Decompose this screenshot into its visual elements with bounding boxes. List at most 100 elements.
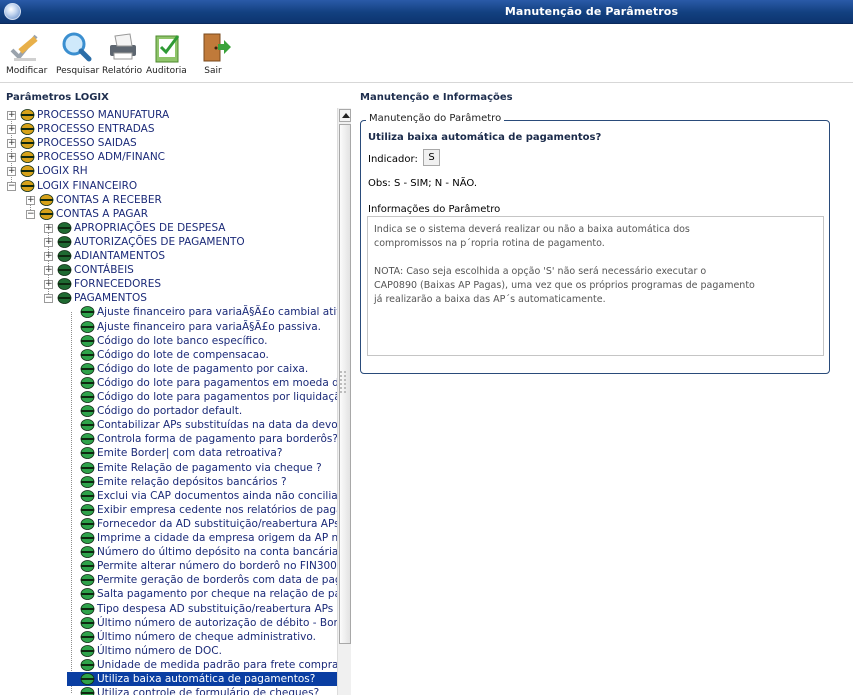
tree-node-level1[interactable]: + CONTAS A RECEBER (5, 193, 337, 207)
collapse-icon[interactable]: − (44, 294, 53, 304)
tree-leaf-item[interactable]: Emite Relação de pagamento via cheque ? (5, 461, 337, 475)
tree-leaf-item[interactable]: Ajuste financeiro para variaÃ§Ã£o cambia… (5, 305, 337, 319)
tree-node-level2[interactable]: + AUTORIZAÇÕES DE PAGAMENTO (5, 235, 337, 249)
tree-node-level2[interactable]: + APROPRIAÇÕES DE DESPESA (5, 221, 337, 235)
tree-leaf-item[interactable]: Permite geração de borderôs com data de … (5, 573, 337, 587)
expand-icon[interactable]: + (7, 125, 16, 135)
tree-node-level0[interactable]: + PROCESSO MANUFATURA (5, 108, 337, 122)
info-textarea[interactable]: Indica se o sistema deverá realizar ou n… (367, 216, 824, 356)
info-text-paragraph-2: NOTA: Caso seja escolhida a opção 'S' nã… (374, 266, 755, 305)
tree-node-level1[interactable]: − CONTAS A PAGAR (5, 207, 337, 221)
tree-leaf-item[interactable]: Número do último depósito na conta bancá… (5, 545, 337, 559)
node-icon (80, 574, 95, 587)
tree-leaf-item[interactable]: Código do lote para pagamentos em moeda … (5, 376, 337, 390)
tree-leaf-item[interactable]: Contabilizar APs substituídas na data da… (5, 418, 337, 432)
scroll-up-arrow-icon[interactable] (339, 109, 351, 122)
report-button[interactable]: Relatório (102, 30, 142, 76)
tree-leaf-item[interactable]: Código do lote banco específico. (5, 334, 337, 348)
node-icon (80, 306, 95, 319)
tree-node-label: FORNECEDORES (74, 278, 161, 291)
tree-leaf-item[interactable]: Utiliza baixa automática de pagamentos? (5, 672, 337, 686)
tree-leaf-item[interactable]: Emite Border| com data retroativa? (5, 446, 337, 460)
tree-leaf-item[interactable]: Exclui via CAP documentos ainda não conc… (5, 489, 337, 503)
node-icon (80, 588, 95, 601)
tree-node-level0[interactable]: + LOGIX RH (5, 164, 337, 178)
tree-leaf-item[interactable]: Código do lote de pagamento por caixa. (5, 362, 337, 376)
parameter-tree[interactable]: + PROCESSO MANUFATURA + PROCESSO ENTRADAS + P… (5, 108, 337, 695)
left-panel-title: Parâmetros LOGIX (6, 92, 109, 103)
expand-icon[interactable]: + (44, 252, 53, 261)
tree-node-label: Exibir empresa cedente nos relatórios de… (97, 503, 337, 516)
tree-node-label: PROCESSO SAIDAS (37, 137, 137, 150)
indicator-label: Indicador: (368, 154, 418, 165)
expand-icon[interactable]: + (7, 139, 16, 149)
expand-icon[interactable]: + (7, 167, 16, 177)
tree-leaf-item[interactable]: Tipo despesa AD substituição/reabertura … (5, 602, 337, 616)
expand-icon[interactable]: + (7, 111, 16, 120)
tree-node-label: PROCESSO ADM/FINANC (37, 151, 166, 164)
tree-leaf-item[interactable]: Imprime a cidade da empresa origem da AP… (5, 531, 337, 545)
expand-icon[interactable]: + (26, 195, 35, 205)
tree-node-level0[interactable]: + PROCESSO SAIDAS (5, 136, 337, 150)
tree-leaf-item[interactable]: Salta pagamento por cheque na relação de… (5, 587, 337, 601)
tree-node-label: Código do lote para pagamentos por liqui… (97, 391, 337, 403)
node-icon (80, 376, 95, 389)
tree-leaf-item[interactable]: Código do portador default. (5, 404, 337, 418)
node-icon (80, 433, 95, 446)
expand-icon[interactable]: + (44, 223, 53, 233)
tree-leaf-item[interactable]: Utiliza controle de formulário de cheque… (5, 686, 337, 695)
splitter-grip-icon (339, 370, 347, 396)
exit-button[interactable]: Sair (196, 30, 231, 76)
tree-node-level2[interactable]: + ADIANTAMENTOS (5, 249, 337, 263)
tree-node-label: APROPRIAÇÕES DE DESPESA (74, 221, 226, 234)
tree-leaf-item[interactable]: Código do lote para pagamentos por liqui… (5, 390, 337, 404)
node-icon (57, 250, 72, 262)
expand-icon[interactable]: + (44, 266, 53, 276)
indicator-obs: Obs: S - SIM; N - NÃO. (368, 178, 477, 189)
tree-leaf-item[interactable]: Ajuste financeiro para variaÃ§Ã£o passiv… (5, 320, 337, 334)
node-icon (57, 278, 72, 291)
tree-leaf-item[interactable]: Fornecedor da AD substituição/reabertura… (5, 517, 337, 531)
indicator-field[interactable]: S (423, 149, 440, 166)
node-icon (80, 334, 95, 347)
tree-leaf-item[interactable]: Controla forma de pagamento para borderô… (5, 432, 337, 446)
tree-leaf-item[interactable]: Último número de cheque administrativo. (5, 630, 337, 644)
tree-leaf-item[interactable]: Último número de DOC. (5, 644, 337, 658)
tree-leaf-item[interactable]: Emite relação depósitos bancários ? (5, 475, 337, 489)
node-icon (80, 405, 95, 417)
tree-node-label: Emite Relação de pagamento via cheque ? (97, 461, 322, 474)
tree-leaf-item[interactable]: Código do lote de compensacao. (5, 348, 337, 362)
panel-splitter[interactable] (352, 108, 356, 695)
tree-node-label: PROCESSO ENTRADAS (37, 123, 155, 136)
tree-node-level2[interactable]: + CONTÁBEIS (5, 263, 337, 277)
expand-icon[interactable]: + (44, 280, 53, 290)
toolbar: Modificar Pesquisar Relatório Auditoria … (0, 25, 853, 83)
tree-node-label: Código do lote banco específico. (97, 334, 268, 347)
expand-icon[interactable]: + (7, 153, 16, 163)
search-button[interactable]: Pesquisar (56, 30, 99, 76)
audit-button[interactable]: Auditoria (146, 30, 187, 76)
tree-node-level2[interactable]: − PAGAMENTOS (5, 291, 337, 305)
info-label: Informações do Parâmetro (368, 204, 501, 215)
tree-vertical-scrollbar[interactable] (337, 108, 351, 695)
modify-button[interactable]: Modificar (6, 30, 47, 76)
node-icon (80, 517, 95, 530)
tree-leaf-item[interactable]: Permite alterar número do borderô no FIN… (5, 559, 337, 573)
tree-node-level0[interactable]: + PROCESSO ENTRADAS (5, 122, 337, 136)
tree-leaf-item[interactable]: Unidade de medida padrão para frete comp… (5, 658, 337, 672)
tree-node-level0[interactable]: − LOGIX FINANCEIRO (5, 179, 337, 193)
tree-node-label: AUTORIZAÇÕES DE PAGAMENTO (74, 235, 245, 248)
tree-leaf-item[interactable]: Exibir empresa cedente nos relatórios de… (5, 503, 337, 517)
tree-node-level2[interactable]: + FORNECEDORES (5, 277, 337, 291)
tree-node-label: Ajuste financeiro para variaÃ§Ã£o passiv… (97, 320, 322, 333)
node-icon (57, 264, 72, 276)
tree-node-label: Código do lote para pagamentos em moeda … (97, 376, 337, 389)
exit-button-label: Sair (204, 66, 222, 76)
collapse-icon[interactable]: − (26, 209, 35, 219)
tree-node-label: Utiliza controle de formulário de cheque… (97, 687, 320, 695)
tree-leaf-item[interactable]: Último número de autorização de débito -… (5, 616, 337, 630)
collapse-icon[interactable]: − (7, 181, 16, 191)
tree-node-level0[interactable]: + PROCESSO ADM/FINANC (5, 150, 337, 164)
tree-node-label: Emite relação depósitos bancários ? (97, 475, 287, 488)
expand-icon[interactable]: + (44, 237, 53, 247)
